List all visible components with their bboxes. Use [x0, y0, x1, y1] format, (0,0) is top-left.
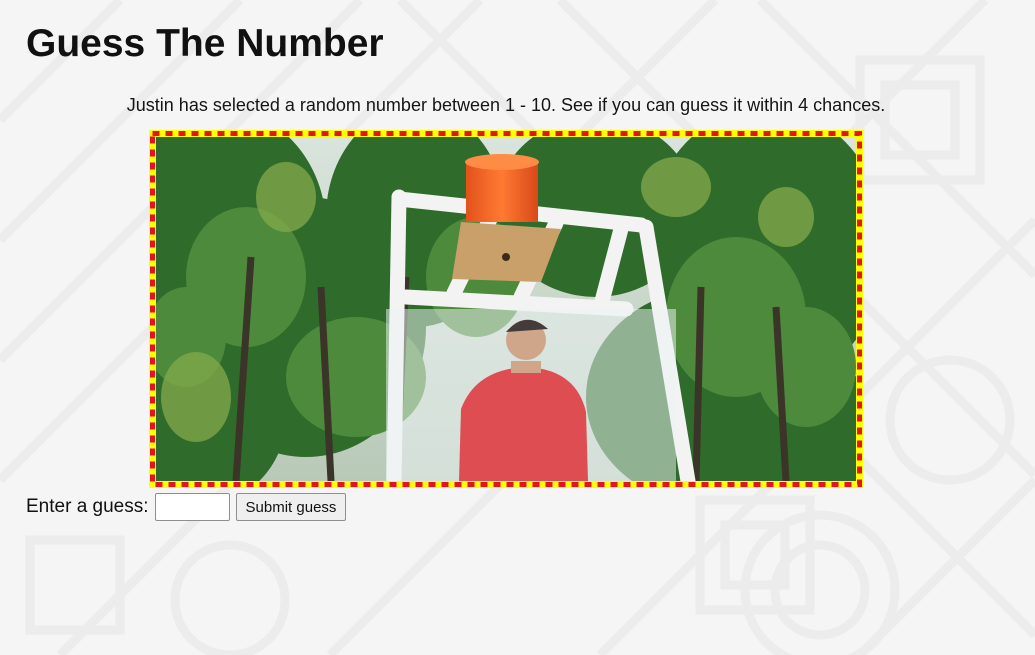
photo-frame	[149, 130, 863, 488]
submit-guess-button[interactable]: Submit guess	[235, 493, 347, 521]
intro-text: Justin has selected a random number betw…	[126, 95, 886, 115]
guess-form: Enter a guess: Submit guess	[26, 492, 347, 522]
page-title: Guess The Number	[26, 22, 384, 65]
guess-input[interactable]	[154, 493, 230, 521]
dunk-tank-photo	[156, 137, 856, 481]
guess-label: Enter a guess:	[26, 496, 149, 517]
